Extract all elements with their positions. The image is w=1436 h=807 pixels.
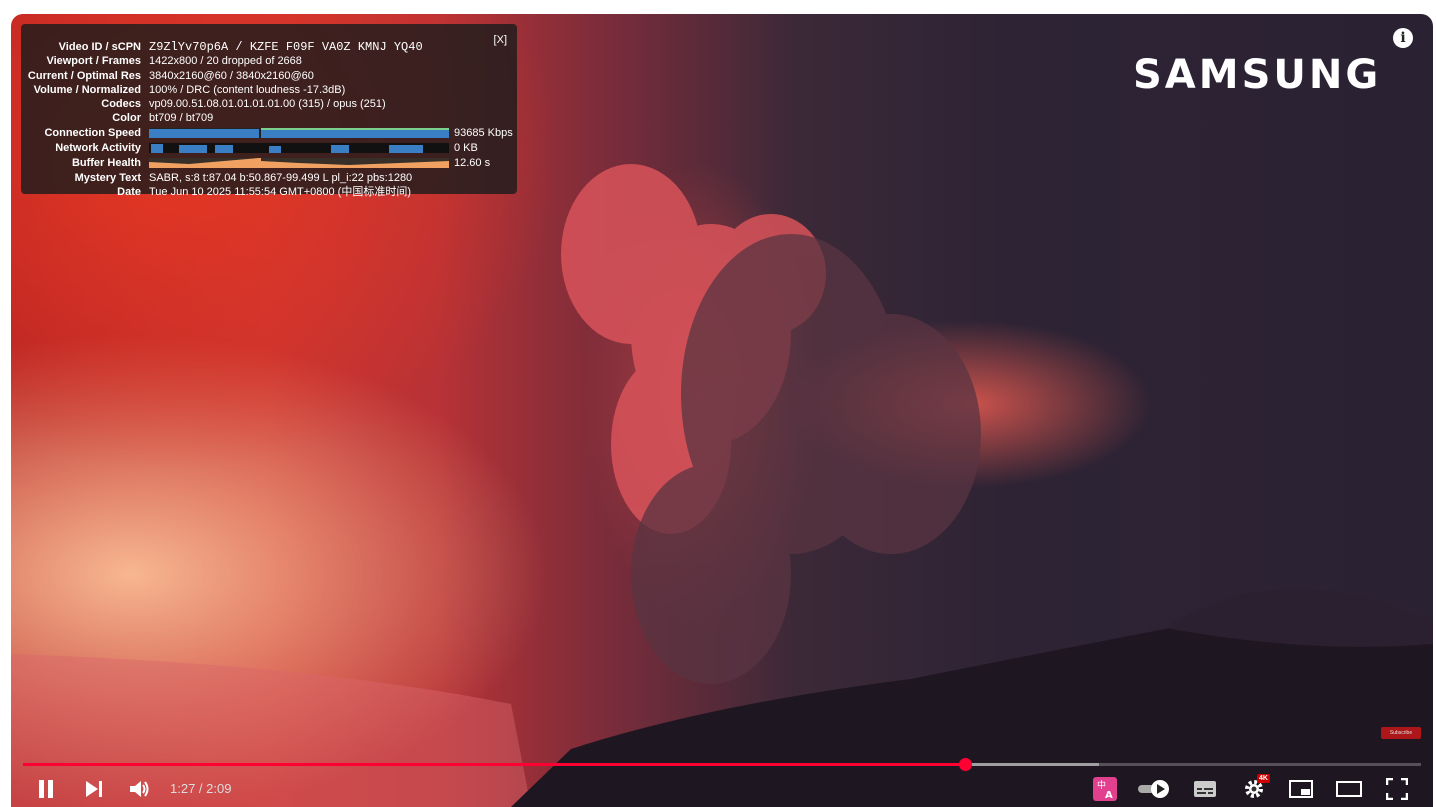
- stats-label: Current / Optimal Res: [27, 70, 141, 82]
- theater-mode-button[interactable]: [1335, 771, 1363, 807]
- pause-button[interactable]: [31, 771, 61, 807]
- stats-row-resolution: Current / Optimal Res 3840x2160@60 / 384…: [21, 69, 517, 83]
- stats-row-connection-speed: Connection Speed 93685 Kbps: [21, 126, 517, 140]
- stats-label: Network Activity: [55, 142, 141, 154]
- mute-button[interactable]: [125, 771, 155, 807]
- pause-icon: [39, 780, 53, 798]
- theater-icon: [1336, 781, 1362, 797]
- video-player[interactable]: Video ID / sCPN Z9ZlYv70p6A / KZFE F09F …: [11, 14, 1433, 807]
- stats-label: Video ID / sCPN: [58, 41, 141, 53]
- stats-row-volume: Volume / Normalized 100% / DRC (content …: [21, 83, 517, 97]
- stats-row-network-activity: Network Activity 0 KB: [21, 141, 517, 155]
- stats-label: Connection Speed: [44, 127, 141, 139]
- stats-label: Volume / Normalized: [33, 84, 141, 96]
- stats-value: 1422x800 / 20 dropped of 2668: [149, 55, 302, 67]
- miniplayer-icon: [1289, 780, 1313, 798]
- stats-value: bt709 / bt709: [149, 112, 214, 124]
- connection-speed-graph: [149, 128, 449, 138]
- subtitles-icon: [1194, 781, 1216, 797]
- stats-value: 3840x2160@60 / 3840x2160@60: [149, 70, 314, 82]
- quality-badge: 4K: [1257, 774, 1270, 783]
- stats-label: Color: [112, 112, 141, 124]
- subscribe-watermark[interactable]: Subscribe: [1381, 727, 1421, 739]
- autoplay-toggle[interactable]: [1135, 771, 1173, 807]
- svg-text:A: A: [1105, 790, 1113, 801]
- player-controls: 1:27 / 2:09 中A 4K: [11, 771, 1433, 807]
- stats-label: Mystery Text: [74, 172, 141, 184]
- stats-for-nerds-panel: Video ID / sCPN Z9ZlYv70p6A / KZFE F09F …: [21, 24, 517, 198]
- fullscreen-icon: [1386, 778, 1408, 800]
- settings-button[interactable]: 4K: [1239, 771, 1270, 807]
- stats-value: 100% / DRC (content loudness -17.3dB): [149, 84, 346, 96]
- stats-value: SABR, s:8 t:87.04 b:50.867-99.499 L pl_i…: [149, 172, 413, 184]
- stats-value: Tue Jun 10 2025 11:55:54 GMT+0800 (中国标准时…: [149, 186, 411, 198]
- stats-row-video-id: Video ID / sCPN Z9ZlYv70p6A / KZFE F09F …: [21, 40, 517, 54]
- stats-row-mystery-text: Mystery Text SABR, s:8 t:87.04 b:50.867-…: [21, 171, 517, 185]
- stats-value: 12.60 s: [454, 157, 491, 169]
- autoplay-toggle-icon: [1138, 780, 1169, 798]
- stats-label: Date: [117, 186, 141, 198]
- next-button[interactable]: [79, 771, 109, 807]
- info-icon[interactable]: i: [1393, 28, 1413, 48]
- time-display: 1:27 / 2:09: [170, 781, 232, 796]
- network-activity-graph: [149, 143, 449, 153]
- stats-label: Buffer Health: [71, 157, 141, 169]
- translate-icon: 中A: [1093, 777, 1117, 801]
- fullscreen-button[interactable]: [1383, 771, 1411, 807]
- stats-value: 93685 Kbps: [454, 127, 513, 139]
- stats-row-buffer-health: Buffer Health 12.60 s: [21, 156, 517, 170]
- translate-button[interactable]: 中A: [1091, 771, 1119, 807]
- next-icon: [86, 781, 102, 797]
- progress-bar[interactable]: [23, 758, 1421, 771]
- volume-icon: [130, 781, 149, 797]
- stats-row-codecs: Codecs vp09.00.51.08.01.01.01.01.00 (315…: [21, 97, 517, 111]
- stats-label: Codecs: [101, 98, 141, 110]
- stats-label: Viewport / Frames: [46, 55, 141, 67]
- progress-played: [23, 763, 966, 766]
- stats-value: Z9ZlYv70p6A / KZFE F09F VA0Z KMNJ YQ40: [149, 40, 423, 54]
- samsung-logo: SAMSUNG: [1133, 52, 1382, 98]
- stats-row-color: Color bt709 / bt709: [21, 111, 517, 125]
- stats-value: 0 KB: [454, 142, 478, 154]
- stats-close-button[interactable]: [X]: [494, 34, 507, 46]
- buffer-health-graph: [149, 158, 449, 168]
- stats-row-viewport: Viewport / Frames 1422x800 / 20 dropped …: [21, 54, 517, 68]
- subtitles-button[interactable]: [1191, 771, 1219, 807]
- miniplayer-button[interactable]: [1287, 771, 1315, 807]
- stats-row-date: Date Tue Jun 10 2025 11:55:54 GMT+0800 (…: [21, 185, 517, 199]
- stats-value: vp09.00.51.08.01.01.01.01.00 (315) / opu…: [149, 98, 386, 110]
